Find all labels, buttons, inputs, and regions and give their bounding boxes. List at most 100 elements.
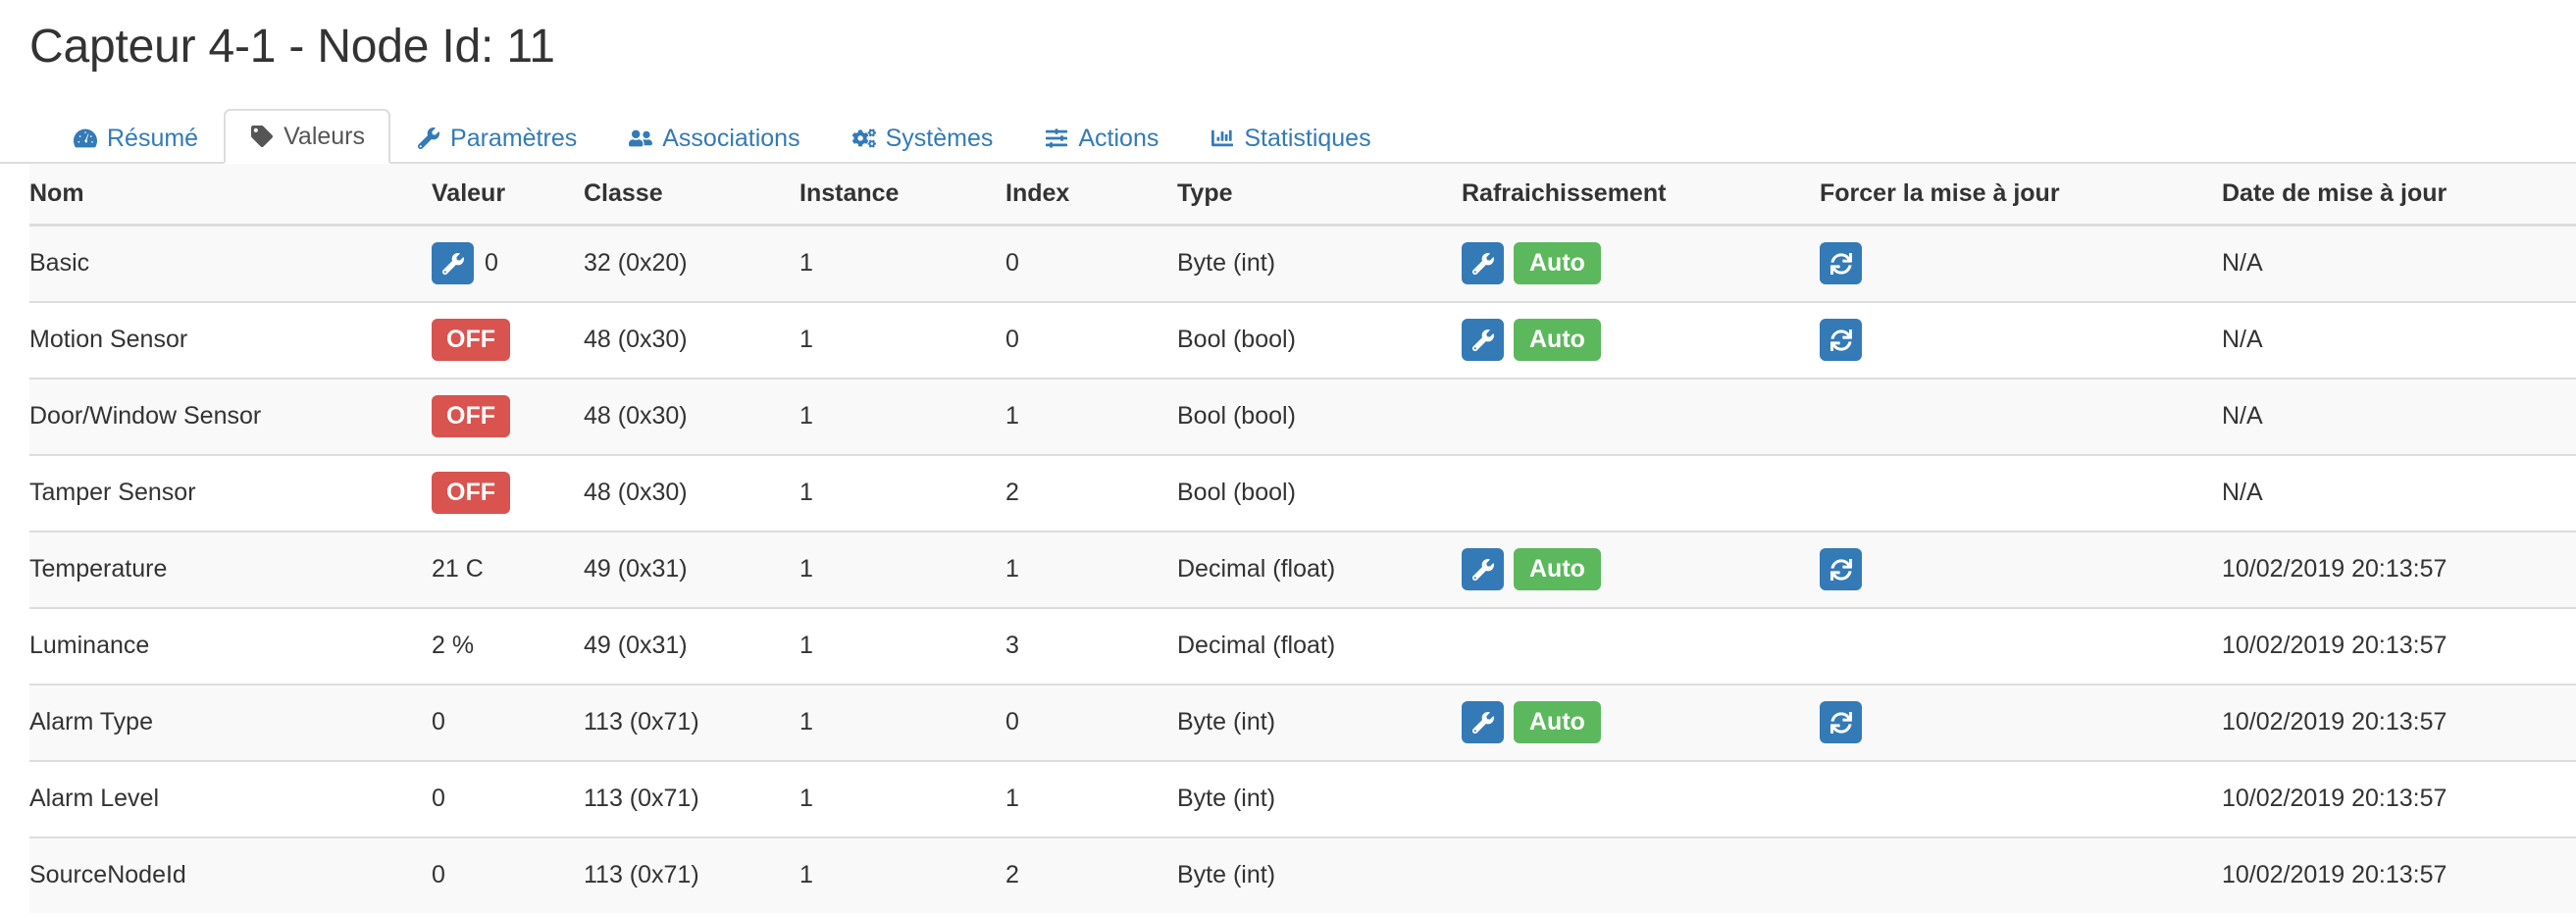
cell-valeur: 2 % [432,606,584,685]
edit-value-button[interactable] [432,242,474,285]
table-body: Basic 0 32 (0x20) 1 0 Byte (int) Auto N/A Motion… [29,224,2576,913]
value-text: 0 [485,249,498,278]
configure-refresh-button[interactable] [1462,242,1504,285]
cell-classe: 113 (0x71) [584,836,799,913]
cell-type: Byte (int) [1177,683,1462,761]
cell-rafraichissement [1462,606,1820,685]
auto-refresh-button[interactable]: Auto [1514,319,1601,362]
cell-rafraichissement: Auto [1462,530,1820,608]
cell-valeur: 21 C [432,530,584,608]
tab-associations[interactable]: Associations [602,111,825,164]
cell-classe: 49 (0x31) [584,606,799,685]
cell-date: 10/02/2019 20:13:57 [2222,530,2576,608]
cell-type: Byte (int) [1177,224,1462,302]
tab-r-sum-[interactable]: Résumé [47,111,224,164]
cell-index: 3 [1005,606,1177,685]
cell-nom: Basic [29,224,432,302]
empty-placeholder [1462,395,1820,437]
cell-index: 1 [1005,530,1177,608]
cell-index: 1 [1005,759,1177,837]
status-badge-off[interactable]: OFF [432,319,510,362]
cell-type: Bool (bool) [1177,453,1462,532]
status-badge-off[interactable]: OFF [432,395,510,438]
tab-actions[interactable]: Actions [1018,111,1184,164]
cell-type: Byte (int) [1177,759,1462,837]
cell-forcer-mise-a-jour [1820,683,2222,761]
tab-label: Valeurs [283,122,366,150]
empty-placeholder [1820,854,2222,896]
tab-label: Systèmes [885,124,994,152]
cell-rafraichissement: Auto [1462,224,1820,302]
column-header-forcer-la-mise-jour: Forcer la mise à jour [1820,163,2222,227]
tab-valeurs[interactable]: Valeurs [224,108,391,164]
cell-index: 0 [1005,300,1177,379]
sliders-icon [1044,127,1069,150]
cell-date: N/A [2222,453,2576,532]
tab-label: Paramètres [450,124,578,152]
cell-valeur: 0 [432,759,584,837]
cell-nom: Temperature [29,530,432,608]
configure-refresh-button[interactable] [1462,319,1504,362]
cell-index: 2 [1005,836,1177,913]
cell-type: Byte (int) [1177,836,1462,913]
cell-date: N/A [2222,224,2576,302]
cell-forcer-mise-a-jour [1820,224,2222,302]
force-refresh-button[interactable] [1820,242,1862,285]
tab-param-tres[interactable]: Paramètres [390,111,602,164]
tab-statistiques[interactable]: Statistiques [1184,111,1396,164]
column-header-classe: Classe [584,163,799,227]
cell-instance: 1 [799,530,1005,608]
tab-label: Actions [1078,124,1159,152]
auto-refresh-button[interactable]: Auto [1514,242,1601,285]
table-header: Nom Valeur Classe Instance Index Type Rafraich… [29,163,2576,227]
empty-placeholder [1462,625,1820,667]
force-refresh-button[interactable] [1820,319,1862,362]
cell-date: 10/02/2019 20:13:57 [2222,606,2576,685]
empty-placeholder [1462,854,1820,896]
cell-type: Bool (bool) [1177,377,1462,455]
column-header-date-de-mise-jour: Date de mise à jour [2222,163,2576,227]
tab-syst-mes[interactable]: Systèmes [826,111,1019,164]
cell-valeur: 0 [432,224,584,302]
cell-type: Decimal (float) [1177,606,1462,685]
cell-nom: Luminance [29,606,432,685]
column-header-nom: Nom [29,163,432,227]
cell-rafraichissement [1462,377,1820,455]
cell-nom: SourceNodeId [29,836,432,913]
cell-instance: 1 [799,377,1005,455]
cell-nom: Motion Sensor [29,300,432,379]
table-row: Alarm Level 0 113 (0x71) 1 1 Byte (int) 10/02/… [29,759,2576,837]
auto-refresh-button[interactable]: Auto [1514,548,1601,591]
force-refresh-button[interactable] [1820,701,1862,744]
cell-classe: 48 (0x30) [584,377,799,455]
cell-valeur: OFF [432,453,584,532]
cell-classe: 32 (0x20) [584,224,799,302]
cell-nom: Tamper Sensor [29,453,432,532]
cell-rafraichissement [1462,836,1820,913]
cell-forcer-mise-a-jour [1820,759,2222,837]
cell-instance: 1 [799,300,1005,379]
cell-classe: 48 (0x30) [584,300,799,379]
cell-date: N/A [2222,300,2576,379]
cell-rafraichissement [1462,759,1820,837]
refresh-icon [1829,711,1853,734]
cell-forcer-mise-a-jour [1820,300,2222,379]
cell-instance: 1 [799,759,1005,837]
cogs-icon [851,127,877,150]
wrench-icon [416,127,441,150]
cell-index: 1 [1005,377,1177,455]
values-table: Nom Valeur Classe Instance Index Type Rafraich… [29,163,2576,913]
cell-forcer-mise-a-jour [1820,836,2222,913]
auto-refresh-button[interactable]: Auto [1514,701,1601,744]
force-refresh-button[interactable] [1820,548,1862,591]
cell-rafraichissement [1462,453,1820,532]
table-header-row: Nom Valeur Classe Instance Index Type Rafraich… [29,163,2576,227]
table-row: SourceNodeId 0 113 (0x71) 1 2 Byte (int) 10/02… [29,836,2576,913]
status-badge-off[interactable]: OFF [432,472,510,515]
cell-nom: Door/Window Sensor [29,377,432,455]
cell-classe: 113 (0x71) [584,683,799,761]
cell-instance: 1 [799,836,1005,913]
configure-refresh-button[interactable] [1462,701,1504,744]
configure-refresh-button[interactable] [1462,548,1504,591]
cell-instance: 1 [799,606,1005,685]
